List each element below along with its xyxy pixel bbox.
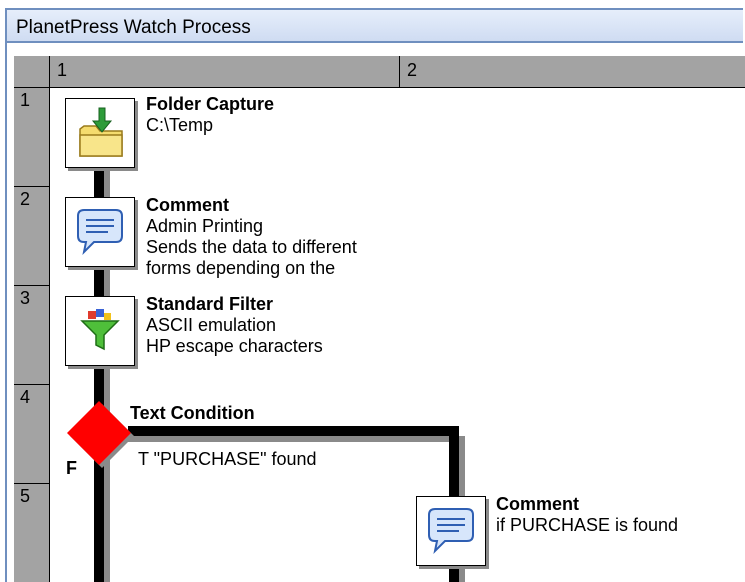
window-title: PlanetPress Watch Process: [16, 17, 251, 38]
task-title: Comment: [146, 195, 230, 215]
condition-diamond-icon: [67, 401, 131, 465]
process-window: PlanetPress Watch Process 1 2 1 2 3 4 5 …: [0, 0, 745, 582]
task-title: Standard Filter: [146, 294, 274, 314]
task-title: Text Condition: [130, 403, 255, 423]
false-branch-label: F: [66, 458, 77, 479]
true-branch-shadow: [128, 436, 462, 442]
column-label: 2: [407, 60, 418, 80]
comment-purchase-label: Comment if PURCHASE is found: [496, 494, 678, 536]
text-condition-label: Text Condition: [130, 403, 255, 424]
comment-purchase-task[interactable]: [416, 496, 486, 566]
folder-capture-label: Folder Capture C:\Temp: [146, 94, 274, 136]
column-header-2[interactable]: 2: [400, 56, 745, 88]
row-label: 5: [20, 486, 31, 506]
task-detail: C:\Temp: [146, 115, 214, 135]
row-header-3[interactable]: 3: [14, 286, 50, 385]
funnel-filter-icon: [80, 309, 120, 351]
comment-icon: [428, 508, 474, 555]
folder-capture-task[interactable]: [65, 98, 135, 168]
comment-admin-task[interactable]: [65, 197, 135, 267]
column-header-1[interactable]: 1: [50, 56, 400, 88]
task-detail: if PURCHASE is found: [496, 515, 679, 535]
row-header-2[interactable]: 2: [14, 187, 50, 286]
true-branch-label: T "PURCHASE" found: [138, 449, 317, 470]
standard-filter-label: Standard Filter ASCII emulation HP escap…: [146, 294, 323, 357]
row-header-4[interactable]: 4: [14, 385, 50, 484]
comment-admin-label: Comment Admin Printing Sends the data to…: [146, 195, 357, 279]
true-branch-line: [128, 426, 459, 436]
row-label: 1: [20, 90, 31, 110]
row-label: 2: [20, 189, 31, 209]
task-title: Folder Capture: [146, 94, 275, 114]
task-detail: Admin Printing: [146, 216, 264, 236]
task-detail: forms depending on the: [146, 258, 336, 278]
row-header-1[interactable]: 1: [14, 88, 50, 187]
task-detail: ASCII emulation: [146, 315, 277, 335]
column-label: 1: [57, 60, 68, 80]
folder-capture-icon: [79, 107, 123, 157]
grid-corner: [14, 56, 50, 88]
comment-icon: [77, 209, 123, 256]
task-detail: Sends the data to different: [146, 237, 357, 257]
row-header-5[interactable]: 5: [14, 484, 50, 582]
window-titlebar: PlanetPress Watch Process: [5, 8, 743, 43]
condition-true-text: T "PURCHASE" found: [138, 449, 317, 469]
task-detail: HP escape characters: [146, 336, 323, 356]
standard-filter-task[interactable]: [65, 296, 135, 366]
task-title: Comment: [496, 494, 580, 514]
row-label: 4: [20, 387, 31, 407]
row-label: 3: [20, 288, 31, 308]
condition-false-text: F: [66, 458, 77, 478]
